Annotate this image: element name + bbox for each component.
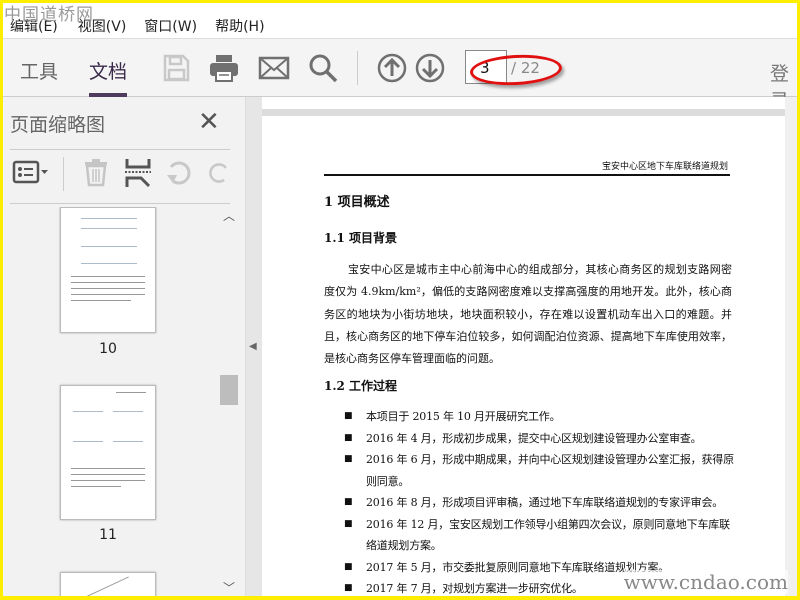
document-page: 宝安中心区地下车库联络道规划 1 项目概述 1.1 项目背景 宝安中心区是城市主… xyxy=(262,116,785,600)
watermark-bottom: www.cndao.com xyxy=(623,570,788,594)
scroll-down-icon[interactable]: ﹀ xyxy=(223,579,235,596)
rotate-left-icon[interactable] xyxy=(165,159,193,187)
toolbar: 工具 文档 3 / 22 登录 xyxy=(0,38,800,112)
heading-1-2: 1.2 工作过程 xyxy=(324,379,398,393)
paragraph: 宝安中心区是城市主中心前海中心的组成部分，其核心商务区的规划支路网密度仅为 4.… xyxy=(324,263,732,366)
list-item: 2016 年 12 月，宝安区规划工作领导小组第四次会议，原则同意地下车库联络道… xyxy=(344,514,736,557)
search-icon[interactable] xyxy=(307,52,339,84)
menu-help[interactable]: 帮助(H) xyxy=(215,16,264,36)
insert-page-icon[interactable] xyxy=(124,157,152,189)
thumbnail-page-10[interactable] xyxy=(60,207,156,333)
delete-icon[interactable] xyxy=(82,157,110,187)
thumbnail-options-icon[interactable] xyxy=(12,159,50,185)
thumbnail-scrollbar[interactable]: ︿ ﹀ xyxy=(220,207,240,600)
previous-page-icon[interactable] xyxy=(376,52,408,84)
thumbnail-page-11[interactable] xyxy=(60,385,156,520)
close-icon[interactable]: ✕ xyxy=(198,109,220,135)
menu-bar: 编辑(E) 视图(V) 窗口(W) 帮助(H) xyxy=(0,0,800,40)
heading-1-1: 1.1 项目背景 xyxy=(324,231,398,245)
print-icon[interactable] xyxy=(208,52,240,84)
list-item: 2016 年 6 月，形成中期成果，并向中心区规划建设管理办公室汇报，获得原则同… xyxy=(344,449,736,492)
menu-window[interactable]: 窗口(W) xyxy=(144,16,197,36)
previous-page-edge xyxy=(262,97,785,109)
divider xyxy=(63,157,64,191)
heading-1: 1 项目概述 xyxy=(324,195,390,210)
thumbnail-label: 10 xyxy=(99,341,117,357)
collapse-arrow-icon[interactable]: ◀ xyxy=(249,341,257,352)
thumbnail-page-12[interactable]: 12 xyxy=(60,572,156,600)
divider xyxy=(10,203,230,204)
header-rule xyxy=(324,174,730,176)
toolbar-divider xyxy=(357,51,358,85)
panel-splitter[interactable]: ◀ xyxy=(246,97,262,600)
panel-title: 页面缩略图 xyxy=(10,114,106,136)
next-page-icon[interactable] xyxy=(414,52,446,84)
divider xyxy=(10,149,230,150)
thumbnail-label: 11 xyxy=(99,527,117,543)
thumbnail-panel: 页面缩略图 ✕ 10 11 12 ︿ ﹀ xyxy=(0,97,246,600)
tab-document[interactable]: 文档 xyxy=(89,57,128,97)
thumbnail-list: 10 11 12 xyxy=(0,207,218,600)
document-scrollbar[interactable] xyxy=(785,97,800,600)
list-item: 2016 年 8 月，形成项目评审稿，通过地下车库联络道规划的专家评审会。 xyxy=(344,492,736,514)
document-view: 宝安中心区地下车库联络道规划 1 项目概述 1.1 项目背景 宝安中心区是城市主… xyxy=(262,97,800,600)
email-icon[interactable] xyxy=(258,52,290,84)
save-icon[interactable] xyxy=(160,52,192,84)
scrollbar-thumb[interactable] xyxy=(220,375,238,405)
scroll-up-icon[interactable]: ︿ xyxy=(223,207,235,224)
rotate-right-icon[interactable] xyxy=(207,159,231,187)
running-header: 宝安中心区地下车库联络道规划 xyxy=(601,162,728,172)
watermark-top: 中国道桥网 xyxy=(4,5,94,25)
list-item: 本项目于 2015 年 10 月开展研究工作。 xyxy=(344,406,736,428)
tab-tools[interactable]: 工具 xyxy=(20,57,58,84)
list-item: 2016 年 4 月，形成初步成果，提交中心区规划建设管理办公室审查。 xyxy=(344,428,736,450)
